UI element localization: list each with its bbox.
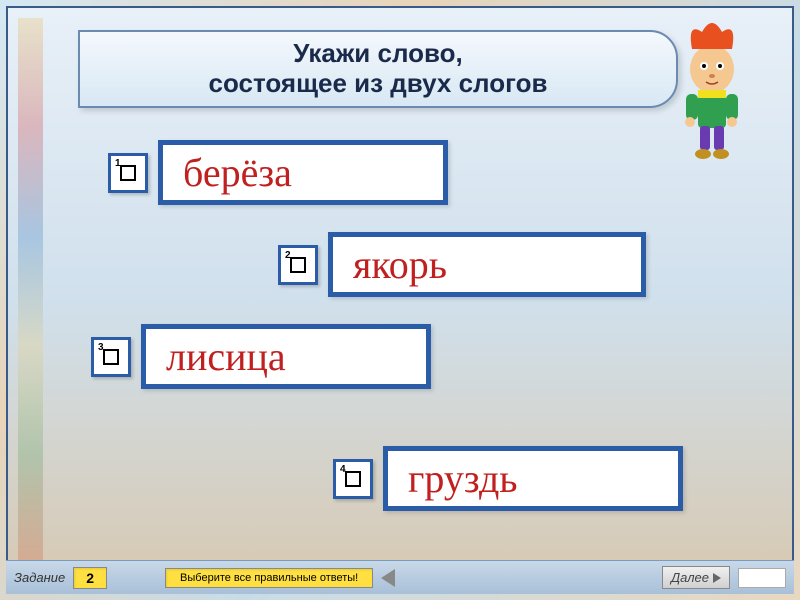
checkbox-2[interactable]: 2: [278, 245, 318, 285]
prev-icon[interactable]: [381, 569, 395, 587]
task-label: Задание: [14, 570, 65, 585]
checkbox-num-2: 2: [285, 250, 291, 261]
option-4: 4 груздь: [333, 446, 683, 511]
checkbox-4[interactable]: 4: [333, 459, 373, 499]
answer-text-1: берёза: [158, 140, 448, 205]
checkbox-num-1: 1: [115, 158, 121, 169]
checkbox-inner-icon: [103, 349, 119, 365]
mascot-character: [662, 14, 762, 164]
next-arrow-icon: [713, 573, 721, 583]
checkbox-inner-icon: [290, 257, 306, 273]
checkbox-num-3: 3: [98, 342, 104, 353]
title-banner: Укажи слово, состоящее из двух слогов: [78, 30, 678, 108]
title-line-2: состоящее из двух слогов: [209, 69, 548, 99]
checkbox-1[interactable]: 1: [108, 153, 148, 193]
decoration-strip: [18, 18, 43, 563]
answer-text-3: лисица: [141, 324, 431, 389]
answer-text-2: якорь: [328, 232, 646, 297]
checkbox-num-4: 4: [340, 464, 346, 475]
next-button[interactable]: Далее: [662, 566, 730, 589]
checkbox-3[interactable]: 3: [91, 337, 131, 377]
slide-frame: Укажи слово, состоящее из двух слогов 1: [6, 6, 794, 594]
option-2: 2 якорь: [278, 232, 646, 297]
checkbox-inner-icon: [345, 471, 361, 487]
title-line-1: Укажи слово,: [293, 39, 463, 69]
task-number: 2: [73, 567, 107, 589]
instruction-text: Выберите все правильные ответы!: [165, 568, 373, 588]
checkbox-inner-icon: [120, 165, 136, 181]
option-1: 1 берёза: [108, 140, 448, 205]
footer-bar: Задание 2 Выберите все правильные ответы…: [6, 560, 794, 594]
blank-box: [738, 568, 786, 588]
answer-text-4: груздь: [383, 446, 683, 511]
option-3: 3 лисица: [91, 324, 431, 389]
next-label: Далее: [671, 570, 709, 585]
